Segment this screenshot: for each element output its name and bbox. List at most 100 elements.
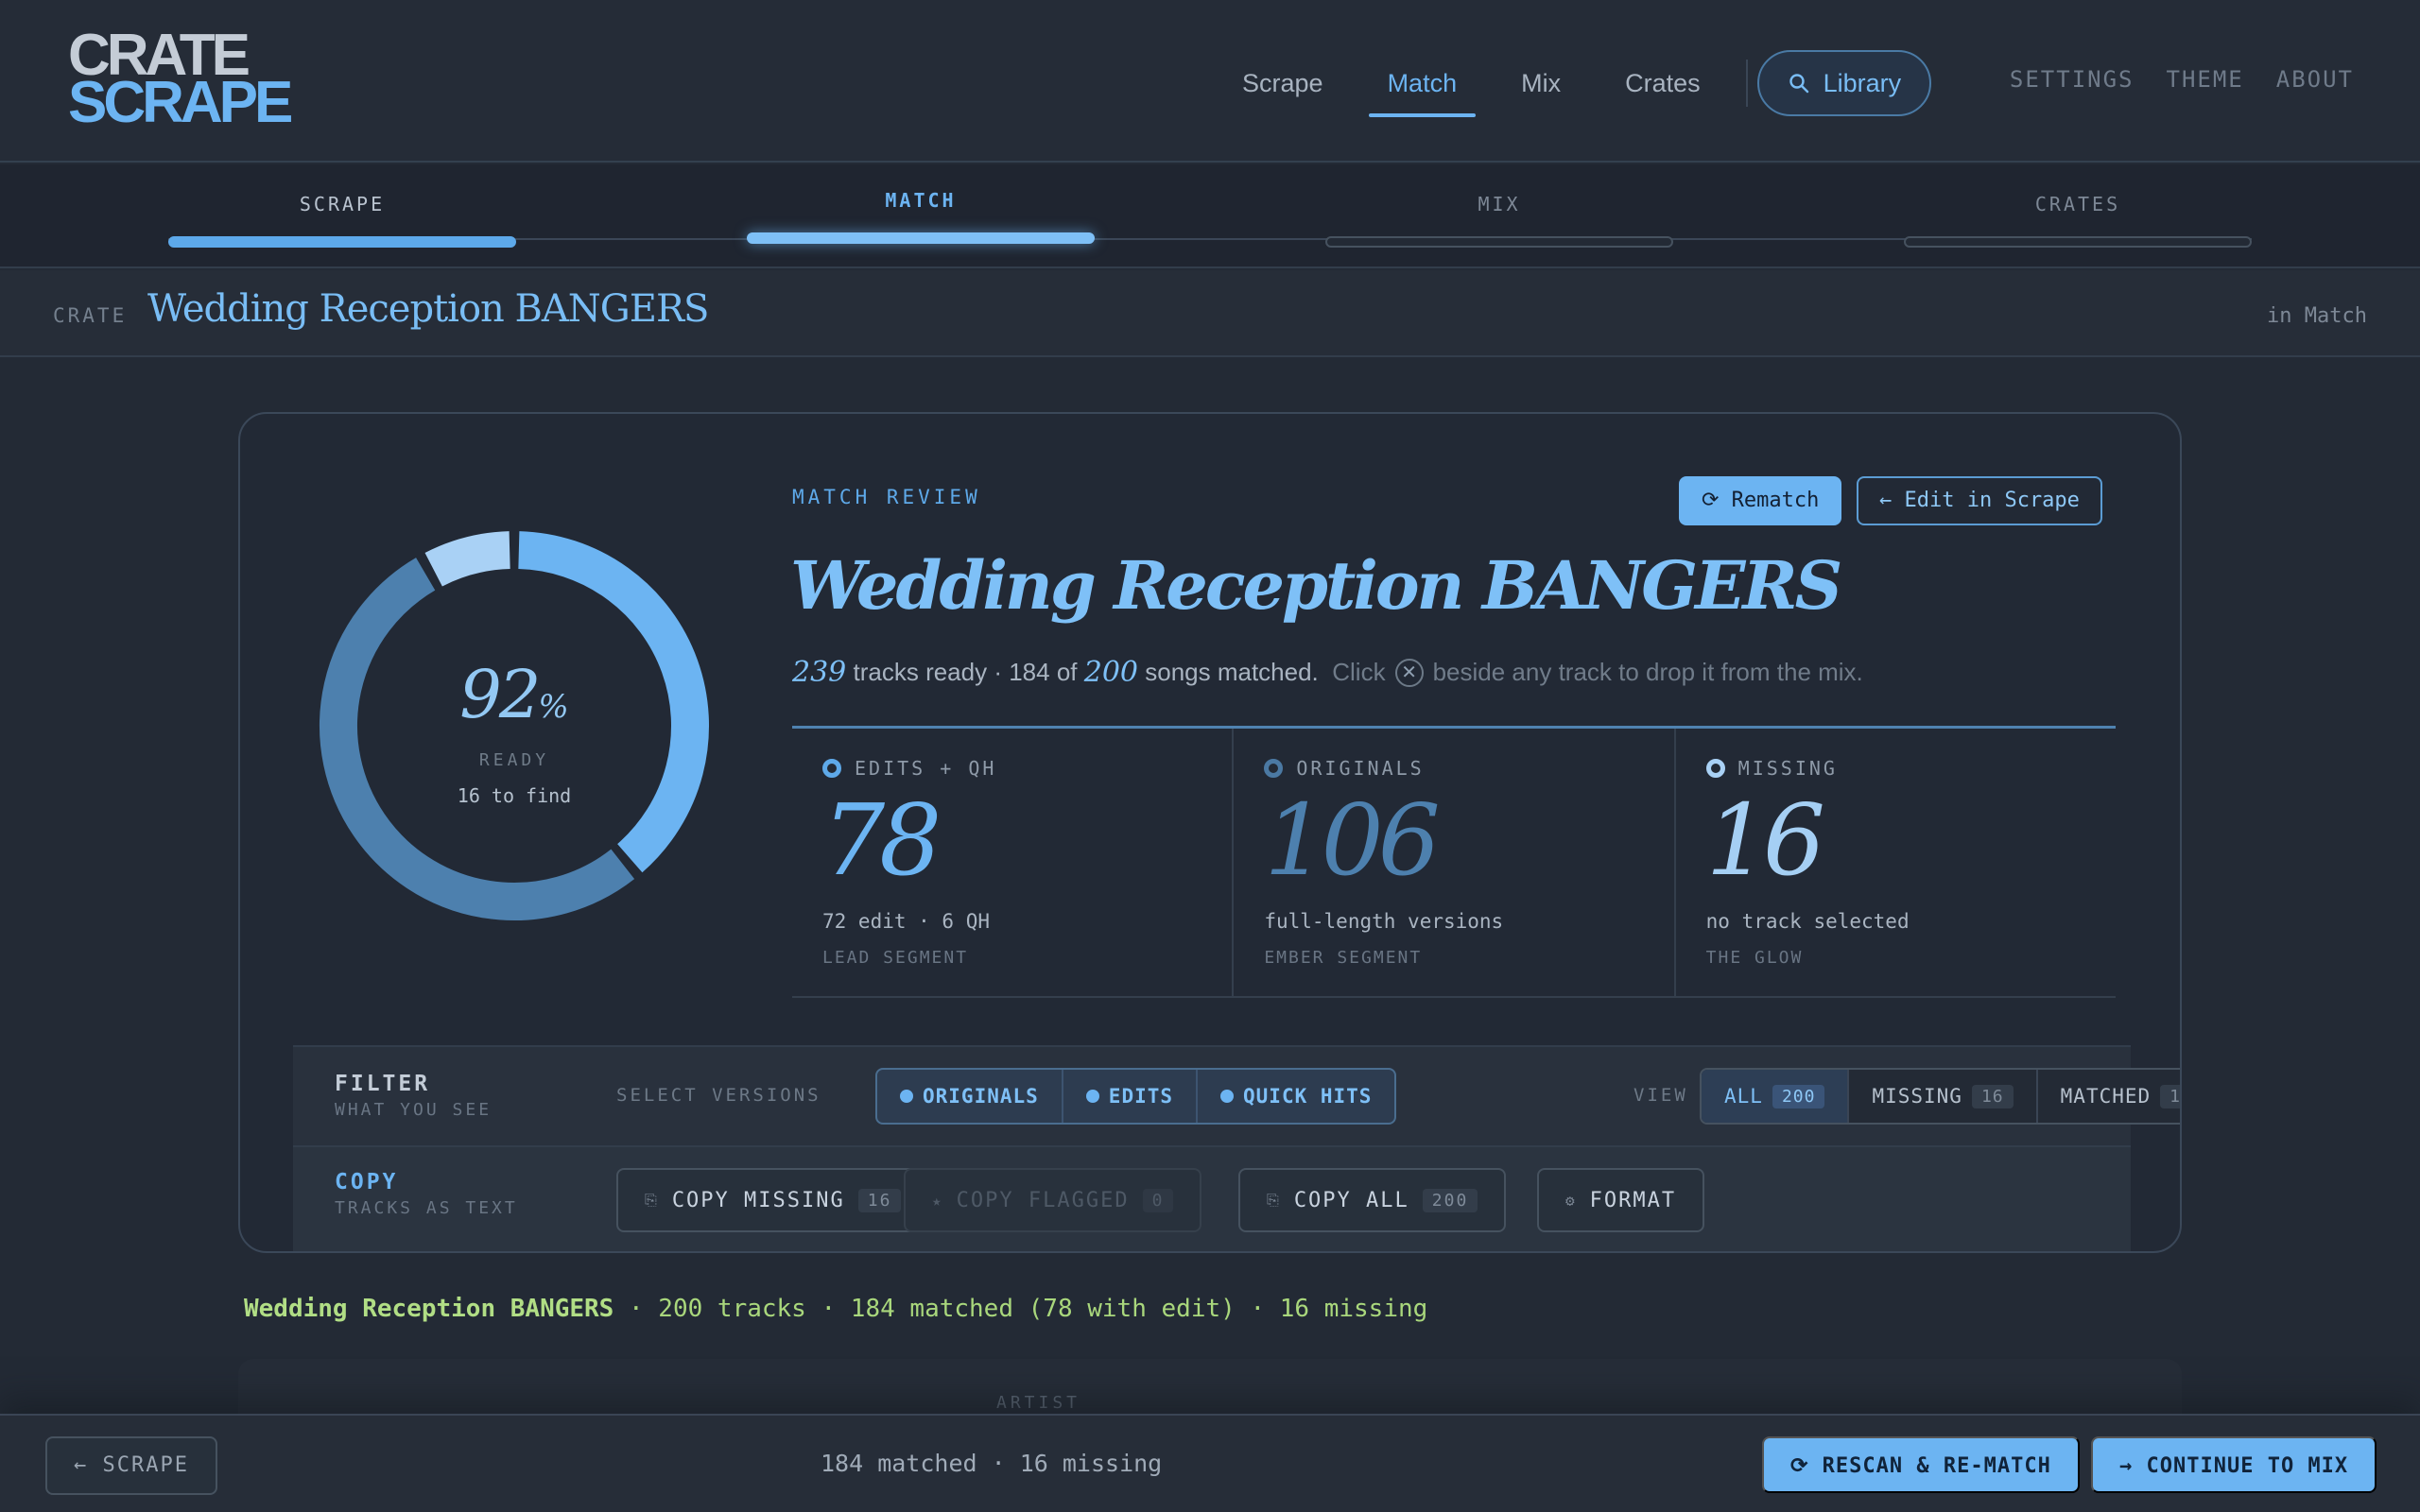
footer-status: 184 matched · 16 missing xyxy=(821,1450,1163,1477)
copy-label: COPY FLAGGED xyxy=(956,1188,1130,1212)
view-toggle-group: ALL 200 MISSING 16 MATCHED 184 xyxy=(1700,1068,2180,1125)
nav-scrape[interactable]: Scrape xyxy=(1210,49,1356,117)
version-label: EDITS xyxy=(1108,1085,1174,1108)
stat-edits: EDITS + QH 78 72 edit · 6 QH LEAD SEGMEN… xyxy=(792,729,1233,998)
step-scrape[interactable]: SCRAPE xyxy=(168,193,516,248)
review-title: Wedding Reception BANGERS xyxy=(790,546,1842,625)
edit-in-scrape-button[interactable]: ← Edit in Scrape xyxy=(1857,476,2102,525)
copy-count: 0 xyxy=(1142,1188,1174,1212)
copy-icon: ⎘ xyxy=(645,1191,659,1209)
step-label: CRATES xyxy=(2034,193,2121,215)
view-label: VIEW xyxy=(1634,1085,1688,1106)
crate-kicker: CRATE xyxy=(53,304,128,327)
stat-title: EDITS + QH xyxy=(855,757,997,780)
star-icon: ★ xyxy=(932,1191,943,1210)
crate-context: in Match xyxy=(2267,304,2367,328)
copy-subtitle: TRACKS AS TEXT xyxy=(335,1198,518,1218)
step-label: SCRAPE xyxy=(299,193,386,215)
view-count: 184 xyxy=(2160,1084,2180,1108)
column-artist[interactable]: ARTIST xyxy=(996,1393,1080,1413)
version-originals-toggle[interactable]: ORIGINALS xyxy=(877,1070,1063,1123)
step-match[interactable]: MATCH xyxy=(747,189,1095,244)
stat-description: 72 edit · 6 QH xyxy=(822,910,991,933)
library-label: Library xyxy=(1823,68,1902,97)
percent-value: 92 xyxy=(459,656,541,733)
rescan-rematch-button[interactable]: ⟳ RESCAN & RE-MATCH xyxy=(1762,1436,2080,1493)
version-label: ORIGINALS xyxy=(923,1085,1039,1108)
step-label: MATCH xyxy=(885,189,957,212)
format-label: FORMAT xyxy=(1589,1188,1677,1212)
view-matched-tab[interactable]: MATCHED 184 xyxy=(2038,1070,2180,1123)
select-versions-label: SELECT VERSIONS xyxy=(616,1085,821,1106)
stat-missing: MISSING 16 no track selected THE GLOW xyxy=(1673,729,2116,998)
summary-stats: · 200 tracks · 184 matched (78 with edit… xyxy=(629,1295,1428,1323)
copy-missing-button[interactable]: ⎘ COPY MISSING 16 xyxy=(616,1168,930,1232)
version-quick-hits-toggle[interactable]: QUICK HITS xyxy=(1198,1070,1394,1123)
radio-dot-icon xyxy=(822,759,841,778)
bottom-action-bar: ← SCRAPE 184 matched · 16 missing ⟳ RESC… xyxy=(0,1414,2420,1512)
step-crates[interactable]: CRATES xyxy=(1904,193,2252,248)
stat-head: EDITS + QH xyxy=(822,757,1201,780)
gear-icon: ⚙ xyxy=(1565,1191,1577,1210)
view-count: 16 xyxy=(1971,1084,2014,1108)
stat-segment: EMBER SEGMENT xyxy=(1264,948,1423,968)
theme-link[interactable]: THEME xyxy=(2167,66,2244,93)
format-button[interactable]: ⚙ FORMAT xyxy=(1537,1168,1705,1232)
back-to-scrape-button[interactable]: ← SCRAPE xyxy=(45,1436,217,1495)
settings-link[interactable]: SETTINGS xyxy=(2010,66,2135,93)
nav-match[interactable]: Match xyxy=(1356,49,1490,117)
tracks-ready-text: tracks ready · 184 of xyxy=(853,658,1078,686)
step-mix[interactable]: MIX xyxy=(1325,193,1673,248)
app-logo[interactable]: CRATE SCRAPE xyxy=(68,26,293,135)
copy-label: COPY ALL xyxy=(1293,1188,1409,1212)
stat-value: 78 xyxy=(822,782,942,898)
review-kicker: MATCH REVIEW xyxy=(792,486,981,508)
percent-sign: % xyxy=(538,688,569,726)
step-progress xyxy=(1325,236,1673,248)
step-progress xyxy=(747,232,1095,244)
tracks-ready-count: 239 xyxy=(792,656,847,689)
utility-links: SETTINGS THEME ABOUT xyxy=(2010,66,2354,93)
view-label: MISSING xyxy=(1872,1085,1962,1108)
step-label: MIX xyxy=(1478,193,1521,215)
filter-title: FILTER xyxy=(335,1072,431,1096)
stat-value: 106 xyxy=(1264,782,1441,898)
hint-before: Click xyxy=(1332,658,1386,686)
crate-bar: CRATE Wedding Reception BANGERS in Match xyxy=(0,270,2420,357)
continue-to-mix-button[interactable]: → CONTINUE TO MIX xyxy=(2091,1436,2377,1493)
about-link[interactable]: ABOUT xyxy=(2276,66,2354,93)
filter-subtitle: WHAT YOU SEE xyxy=(335,1100,493,1120)
nav-mix[interactable]: Mix xyxy=(1489,49,1593,117)
dot-icon xyxy=(1085,1090,1099,1103)
hint-after: beside any track to drop it from the mix… xyxy=(1432,658,1863,686)
copy-all-button[interactable]: ⎘ COPY ALL 200 xyxy=(1238,1168,1507,1232)
view-count: 200 xyxy=(1772,1084,1825,1108)
match-review-card: 92% READY 16 to find MATCH REVIEW ⟳ Rema… xyxy=(238,412,2182,1253)
version-edits-toggle[interactable]: EDITS xyxy=(1063,1070,1199,1123)
nav-crates[interactable]: Crates xyxy=(1593,49,1733,117)
crate-name: Wedding Reception BANGERS xyxy=(147,287,709,331)
library-button[interactable]: Library xyxy=(1756,50,1932,116)
dot-icon xyxy=(1220,1090,1235,1103)
readiness-donut: 92% READY 16 to find xyxy=(316,527,713,924)
top-header: CRATE SCRAPE Scrape Match Mix Crates Lib… xyxy=(0,0,2420,163)
copy-flagged-button[interactable]: ★ COPY FLAGGED 0 xyxy=(904,1168,1202,1232)
main-nav: Scrape Match Mix Crates Library xyxy=(1210,47,1932,119)
rematch-button[interactable]: ⟳ Rematch xyxy=(1679,476,1842,525)
donut-center: 92% READY 16 to find xyxy=(316,527,713,924)
stat-title: MISSING xyxy=(1737,757,1838,780)
version-toggle-group: ORIGINALS EDITS QUICK HITS xyxy=(875,1068,1397,1125)
view-label: ALL xyxy=(1724,1085,1763,1108)
view-all-tab[interactable]: ALL 200 xyxy=(1702,1070,1850,1123)
view-missing-tab[interactable]: MISSING 16 xyxy=(1849,1070,2038,1123)
songs-total: 200 xyxy=(1083,656,1138,689)
stat-description: no track selected xyxy=(1705,910,1910,933)
logo-line-2: SCRAPE xyxy=(68,70,293,135)
copy-icon: ⎘ xyxy=(1267,1191,1281,1209)
version-label: QUICK HITS xyxy=(1243,1085,1373,1108)
ready-percent: 92% xyxy=(316,656,713,733)
search-icon xyxy=(1789,74,1808,94)
stat-head: MISSING xyxy=(1705,757,2085,780)
stat-head: ORIGINALS xyxy=(1264,757,1643,780)
to-find-count: 16 to find xyxy=(457,784,572,807)
